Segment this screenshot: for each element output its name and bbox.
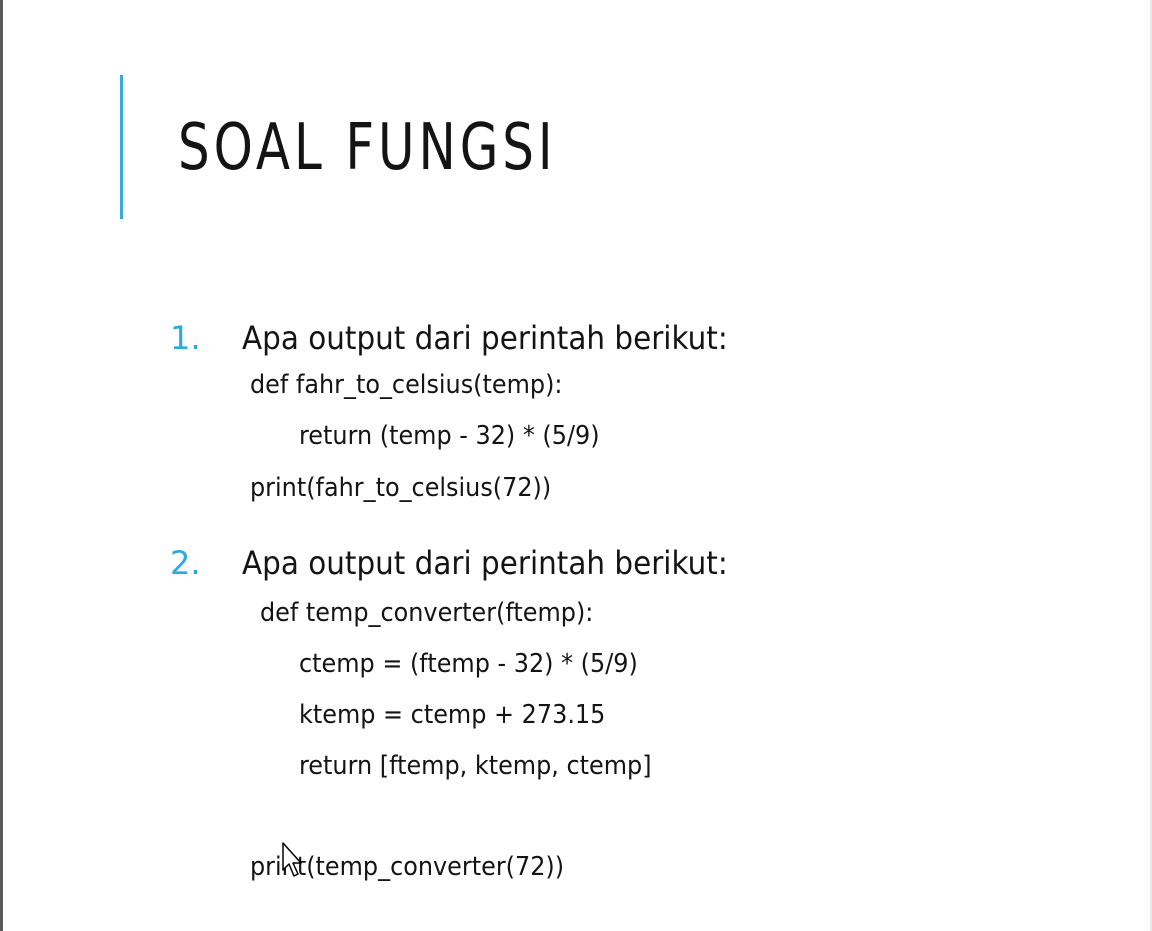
code-line: def fahr_to_celsius(temp): <box>250 370 563 400</box>
code-line: return (temp - 32) * (5/9) <box>299 421 600 451</box>
question-number: 2. <box>170 544 201 582</box>
question-number: 1. <box>170 319 201 357</box>
code-line: print(fahr_to_celsius(72)) <box>250 473 552 503</box>
code-line: ktemp = ctemp + 273.15 <box>299 700 606 730</box>
code-line: ctemp = (ftemp - 32) * (5/9) <box>299 649 638 679</box>
question-prompt: Apa output dari perintah berikut: <box>242 319 728 357</box>
question-prompt: Apa output dari perintah berikut: <box>242 544 728 582</box>
presentation-slide: SOAL FUNGSI 1. Apa output dari perintah … <box>3 0 1150 931</box>
code-line: return [ftemp, ktemp, ctemp] <box>299 751 652 781</box>
slide-title: SOAL FUNGSI <box>178 111 557 185</box>
code-line: def temp_converter(ftemp): <box>260 598 594 628</box>
mouse-pointer-icon <box>282 842 302 877</box>
title-accent-bar <box>120 75 123 219</box>
